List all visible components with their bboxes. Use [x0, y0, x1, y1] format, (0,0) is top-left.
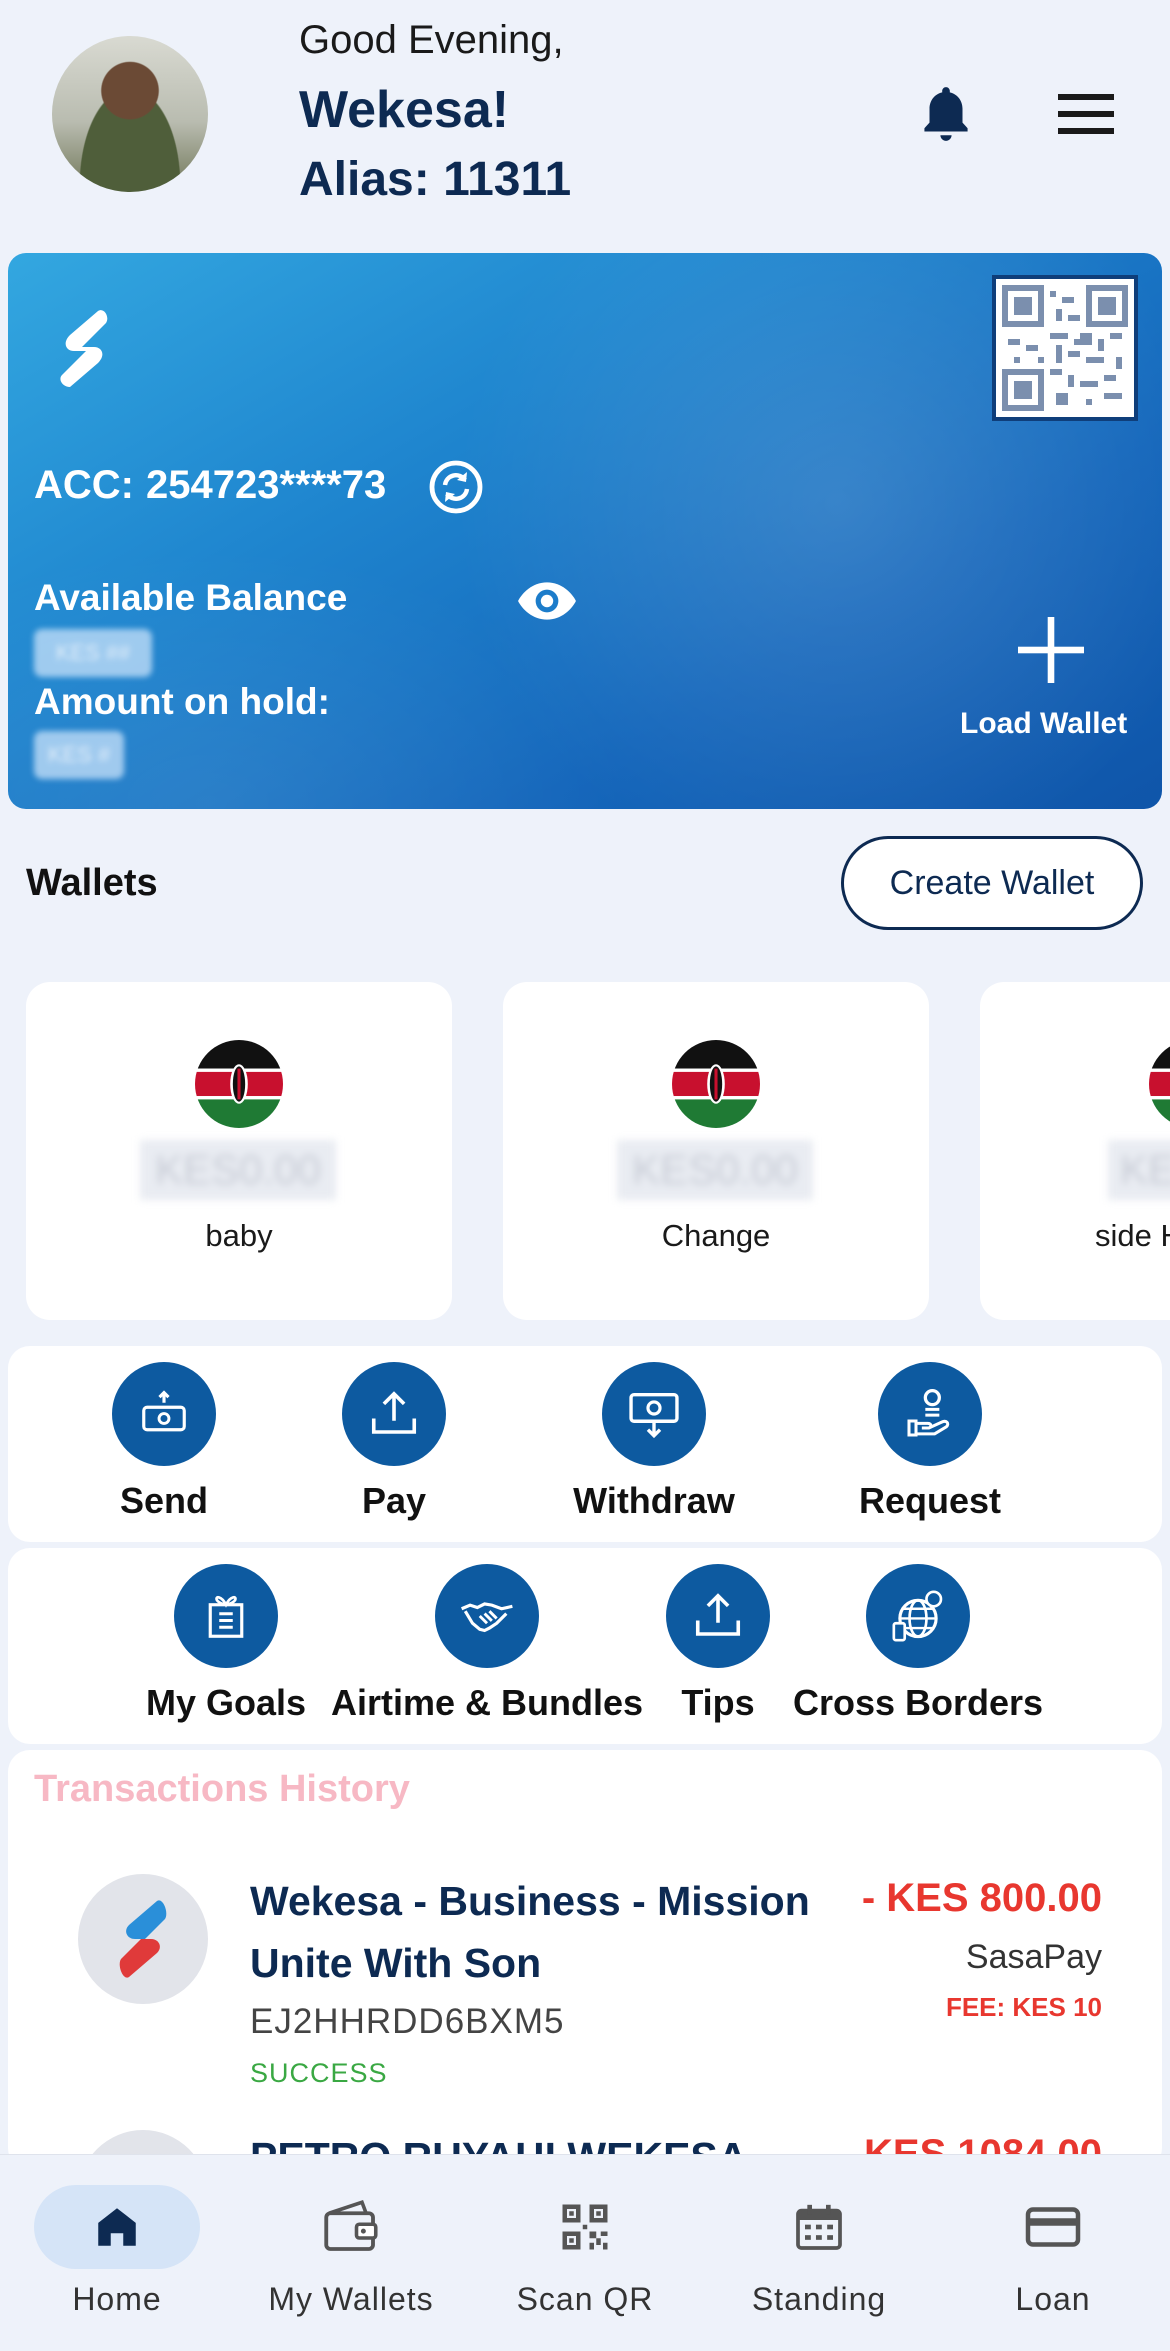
actions-panel-1: Send Pay Withdraw Request	[8, 1346, 1162, 1542]
nav-active-pill	[34, 2185, 200, 2269]
nav-loan[interactable]: Loan	[953, 2177, 1153, 2318]
upload-icon	[695, 1593, 741, 1636]
home-icon	[98, 2208, 136, 2246]
pay-action[interactable]: Pay	[294, 1362, 494, 1522]
greeting-text: Good Evening,	[299, 18, 564, 62]
qr-code-icon[interactable]	[992, 275, 1138, 421]
my-goals-action[interactable]: My Goals	[126, 1564, 326, 1724]
sync-icon[interactable]	[428, 459, 484, 515]
sasapay-logo-icon	[60, 310, 108, 387]
alias-label: Alias:	[299, 153, 430, 206]
action-label: Pay	[361, 1480, 427, 1521]
eye-icon[interactable]	[516, 579, 578, 623]
hamburger-menu-icon[interactable]	[1058, 92, 1114, 136]
wallet-icon	[324, 2200, 378, 2251]
airtime-bundles-action[interactable]: Airtime & Bundles	[327, 1564, 647, 1724]
wallet-amount: KES0.00	[140, 1140, 336, 1200]
kenya-flag-icon	[1149, 1040, 1170, 1128]
wallet-name: side H	[1095, 1218, 1170, 1253]
nav-home[interactable]: Home	[17, 2177, 217, 2318]
user-name: Wekesa!	[299, 81, 510, 139]
cross-borders-action[interactable]: Cross Borders	[788, 1564, 1048, 1724]
wallet-name: Change	[661, 1218, 771, 1253]
send-money-icon	[142, 1390, 186, 1432]
acc-value: 254723****73	[145, 463, 387, 507]
account-card: ACC: 254723****73 Available Balance KES #…	[8, 253, 1162, 809]
amount-on-hold-label: Amount on hold:	[34, 681, 330, 722]
request-action[interactable]: Request	[830, 1362, 1030, 1522]
nav-standing[interactable]: Standing	[719, 2177, 919, 2318]
action-label: Request	[858, 1480, 1002, 1521]
transaction-provider: SasaPay	[965, 1938, 1102, 1976]
transaction-status: SUCCESS	[250, 2058, 388, 2088]
available-balance-value: KES ##	[34, 629, 152, 677]
kenya-flag-icon	[195, 1040, 283, 1128]
handshake-icon	[461, 1602, 513, 1633]
load-wallet-button[interactable]: Load Wallet	[960, 707, 1127, 741]
actions-panel-2: My Goals Airtime & Bundles Tips Cross Bo…	[8, 1548, 1162, 1744]
globe-icon	[892, 1590, 943, 1642]
action-label: Send	[119, 1480, 208, 1521]
nav-label: Standing	[751, 2281, 887, 2317]
amount-on-hold-value: KES #	[34, 731, 124, 779]
bell-icon[interactable]	[915, 82, 977, 148]
action-label: Withdraw	[573, 1480, 735, 1521]
available-balance-label: Available Balance	[34, 577, 348, 618]
action-label: My Goals	[145, 1682, 307, 1723]
plus-icon[interactable]	[1018, 617, 1084, 683]
send-action[interactable]: Send	[64, 1362, 264, 1522]
wallet-amount: KE	[1108, 1140, 1170, 1200]
transaction-amount: - KES 800.00	[861, 1876, 1102, 1920]
header: Good Evening, Wekesa! Alias: 11311	[0, 0, 1170, 240]
transaction-ref: EJ2HHRDD6BXM5	[250, 2002, 565, 2041]
wallet-card-side[interactable]: KE side H	[980, 982, 1170, 1320]
upload-icon	[371, 1391, 417, 1434]
wallet-name: baby	[205, 1218, 273, 1253]
action-label: Cross Borders	[792, 1682, 1044, 1723]
acc-label: ACC:	[34, 463, 134, 507]
avatar[interactable]	[52, 36, 208, 192]
goals-gift-icon	[208, 1595, 244, 1638]
calendar-icon	[796, 2204, 842, 2250]
wallets-title: Wallets	[26, 862, 158, 904]
qr-pattern	[1002, 285, 1128, 411]
credit-card-icon	[1025, 2207, 1081, 2247]
nav-label: Home	[72, 2281, 162, 2317]
sasapay-logo-icon	[78, 1874, 208, 2004]
nav-label: Scan QR	[516, 2281, 654, 2317]
account-number: ACC: 254723****73	[34, 463, 386, 508]
withdraw-action[interactable]: Withdraw	[554, 1362, 754, 1522]
transaction-name: Wekesa - Business - Mission Unite With S…	[250, 1878, 810, 1986]
wallet-card-baby[interactable]: KES0.00 baby	[26, 982, 452, 1320]
nav-scan-qr[interactable]: Scan QR	[485, 2177, 685, 2318]
alias-value: 11311	[443, 153, 572, 206]
alias-text: Alias: 11311	[299, 152, 571, 207]
transaction-item[interactable]: Wekesa - Business - Mission Unite With S…	[8, 1874, 1162, 2114]
nav-label: My Wallets	[268, 2281, 434, 2317]
action-label: Airtime & Bundles	[330, 1682, 644, 1723]
transactions-history-title: Transactions History	[34, 1768, 410, 1810]
create-wallet-button[interactable]: Create Wallet	[841, 836, 1143, 930]
kenya-flag-icon	[672, 1040, 760, 1128]
bottom-nav: Home My Wallets Scan QR Standing Loan	[0, 2154, 1170, 2351]
withdraw-cash-icon	[629, 1392, 679, 1439]
nav-my-wallets[interactable]: My Wallets	[251, 2177, 451, 2318]
wallet-amount: KES0.00	[617, 1140, 813, 1200]
wallet-card-change[interactable]: KES0.00 Change	[503, 982, 929, 1320]
qr-code-icon	[562, 2204, 608, 2250]
nav-label: Loan	[1015, 2281, 1091, 2317]
request-hand-icon	[907, 1389, 950, 1437]
transaction-fee: FEE: KES 10	[945, 1992, 1102, 2022]
